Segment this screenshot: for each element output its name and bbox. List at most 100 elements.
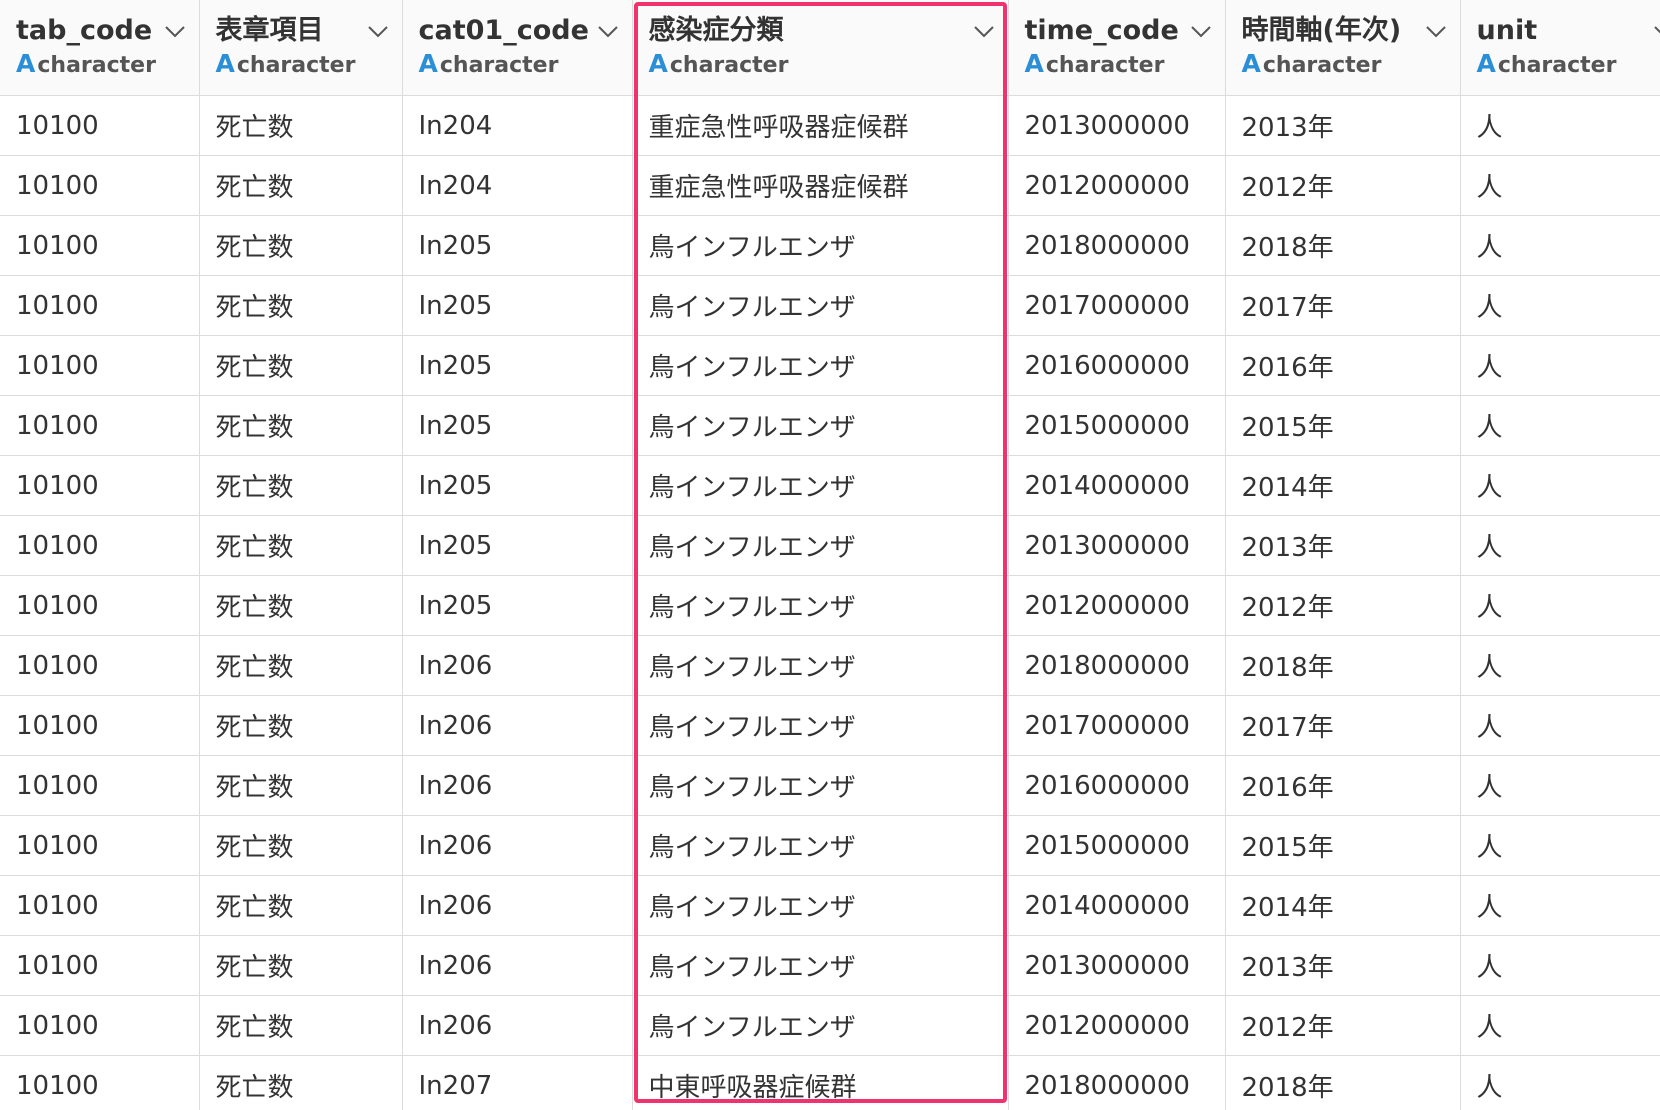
table-cell[interactable]: 10100 xyxy=(0,455,200,516)
table-cell[interactable]: 10100 xyxy=(0,695,200,756)
table-cell[interactable]: 人 xyxy=(1460,635,1660,696)
chevron-down-icon[interactable] xyxy=(1424,22,1448,40)
column-header[interactable]: 時間軸(年次) Acharacter xyxy=(1225,0,1461,96)
chevron-down-icon[interactable] xyxy=(596,22,620,40)
table-cell[interactable]: 2017年 xyxy=(1225,695,1461,756)
table-cell[interactable]: 2018年 xyxy=(1225,1055,1461,1110)
table-cell[interactable]: 死亡数 xyxy=(199,1055,403,1110)
table-cell[interactable]: 人 xyxy=(1460,275,1660,336)
table-cell[interactable]: 10100 xyxy=(0,995,200,1056)
table-cell[interactable]: 人 xyxy=(1460,335,1660,396)
table-cell[interactable]: In205 xyxy=(402,335,633,396)
table-cell[interactable]: In205 xyxy=(402,515,633,576)
table-cell[interactable]: In205 xyxy=(402,455,633,516)
table-cell[interactable]: 10100 xyxy=(0,335,200,396)
table-cell[interactable]: 人 xyxy=(1460,755,1660,816)
table-cell[interactable]: 2013000000 xyxy=(1008,935,1226,996)
column-header[interactable]: unit Acharacter xyxy=(1460,0,1660,96)
table-cell[interactable]: In206 xyxy=(402,695,633,756)
table-cell[interactable]: 人 xyxy=(1460,215,1660,276)
table-cell[interactable]: 死亡数 xyxy=(199,155,403,216)
table-cell[interactable]: 鳥インフルエンザ xyxy=(632,515,1009,576)
table-cell[interactable]: In204 xyxy=(402,95,633,156)
table-cell[interactable]: In207 xyxy=(402,1055,633,1110)
table-cell[interactable]: 人 xyxy=(1460,155,1660,216)
table-cell[interactable]: 鳥インフルエンザ xyxy=(632,755,1009,816)
table-cell[interactable]: 死亡数 xyxy=(199,815,403,876)
table-cell[interactable]: 死亡数 xyxy=(199,935,403,996)
table-cell[interactable]: 2012000000 xyxy=(1008,575,1226,636)
table-cell[interactable]: 人 xyxy=(1460,1055,1660,1110)
table-cell[interactable]: 2012年 xyxy=(1225,155,1461,216)
table-cell[interactable]: 鳥インフルエンザ xyxy=(632,815,1009,876)
table-cell[interactable]: 2015000000 xyxy=(1008,395,1226,456)
table-cell[interactable]: 鳥インフルエンザ xyxy=(632,215,1009,276)
table-cell[interactable]: 2012年 xyxy=(1225,995,1461,1056)
table-cell[interactable]: 死亡数 xyxy=(199,755,403,816)
table-cell[interactable]: 鳥インフルエンザ xyxy=(632,995,1009,1056)
table-cell[interactable]: 死亡数 xyxy=(199,635,403,696)
chevron-down-icon[interactable] xyxy=(163,22,187,40)
table-cell[interactable]: 死亡数 xyxy=(199,215,403,276)
table-cell[interactable]: 2015000000 xyxy=(1008,815,1226,876)
table-cell[interactable]: 死亡数 xyxy=(199,455,403,516)
column-header[interactable]: time_code Acharacter xyxy=(1008,0,1226,96)
table-cell[interactable]: 中東呼吸器症候群 xyxy=(632,1055,1009,1110)
table-cell[interactable]: 2018000000 xyxy=(1008,635,1226,696)
chevron-down-icon[interactable] xyxy=(1189,22,1213,40)
table-cell[interactable]: 10100 xyxy=(0,515,200,576)
table-cell[interactable]: 2016年 xyxy=(1225,755,1461,816)
table-cell[interactable]: 2018000000 xyxy=(1008,1055,1226,1110)
table-cell[interactable]: 2016年 xyxy=(1225,335,1461,396)
table-cell[interactable]: 10100 xyxy=(0,95,200,156)
table-cell[interactable]: 人 xyxy=(1460,395,1660,456)
table-cell[interactable]: In206 xyxy=(402,995,633,1056)
table-cell[interactable]: 2013000000 xyxy=(1008,95,1226,156)
table-cell[interactable]: 2013年 xyxy=(1225,515,1461,576)
table-cell[interactable]: 10100 xyxy=(0,275,200,336)
table-cell[interactable]: In204 xyxy=(402,155,633,216)
table-cell[interactable]: 死亡数 xyxy=(199,515,403,576)
table-cell[interactable]: 2015年 xyxy=(1225,395,1461,456)
table-cell[interactable]: In206 xyxy=(402,815,633,876)
table-cell[interactable]: 鳥インフルエンザ xyxy=(632,395,1009,456)
table-cell[interactable]: 2018年 xyxy=(1225,215,1461,276)
table-cell[interactable]: 2012000000 xyxy=(1008,995,1226,1056)
table-cell[interactable]: 2014000000 xyxy=(1008,875,1226,936)
table-cell[interactable]: 2018年 xyxy=(1225,635,1461,696)
chevron-down-icon[interactable] xyxy=(972,22,996,40)
table-cell[interactable]: 2013年 xyxy=(1225,935,1461,996)
table-cell[interactable]: 鳥インフルエンザ xyxy=(632,335,1009,396)
table-cell[interactable]: In205 xyxy=(402,215,633,276)
table-cell[interactable]: 10100 xyxy=(0,215,200,276)
table-cell[interactable]: 2016000000 xyxy=(1008,755,1226,816)
table-cell[interactable]: 2015年 xyxy=(1225,815,1461,876)
table-cell[interactable]: 死亡数 xyxy=(199,95,403,156)
chevron-down-icon[interactable] xyxy=(1652,22,1660,40)
table-cell[interactable]: 2013000000 xyxy=(1008,515,1226,576)
table-cell[interactable]: 人 xyxy=(1460,575,1660,636)
table-cell[interactable]: 人 xyxy=(1460,815,1660,876)
table-cell[interactable]: 2018000000 xyxy=(1008,215,1226,276)
table-cell[interactable]: 死亡数 xyxy=(199,875,403,936)
table-cell[interactable]: In206 xyxy=(402,755,633,816)
table-cell[interactable]: 2014年 xyxy=(1225,875,1461,936)
table-cell[interactable]: 2017000000 xyxy=(1008,695,1226,756)
column-header[interactable]: cat01_code Acharacter xyxy=(402,0,633,96)
table-cell[interactable]: In205 xyxy=(402,575,633,636)
table-cell[interactable]: 10100 xyxy=(0,155,200,216)
table-cell[interactable]: 死亡数 xyxy=(199,995,403,1056)
table-cell[interactable]: 死亡数 xyxy=(199,575,403,636)
table-cell[interactable]: 鳥インフルエンザ xyxy=(632,455,1009,516)
table-cell[interactable]: 鳥インフルエンザ xyxy=(632,575,1009,636)
table-cell[interactable]: 2014年 xyxy=(1225,455,1461,516)
table-cell[interactable]: 10100 xyxy=(0,755,200,816)
table-cell[interactable]: 人 xyxy=(1460,455,1660,516)
table-cell[interactable]: 2017000000 xyxy=(1008,275,1226,336)
table-cell[interactable]: 鳥インフルエンザ xyxy=(632,275,1009,336)
table-cell[interactable]: 10100 xyxy=(0,1055,200,1110)
table-cell[interactable]: 死亡数 xyxy=(199,335,403,396)
table-cell[interactable]: 人 xyxy=(1460,695,1660,756)
table-cell[interactable]: In206 xyxy=(402,935,633,996)
table-cell[interactable]: 人 xyxy=(1460,995,1660,1056)
